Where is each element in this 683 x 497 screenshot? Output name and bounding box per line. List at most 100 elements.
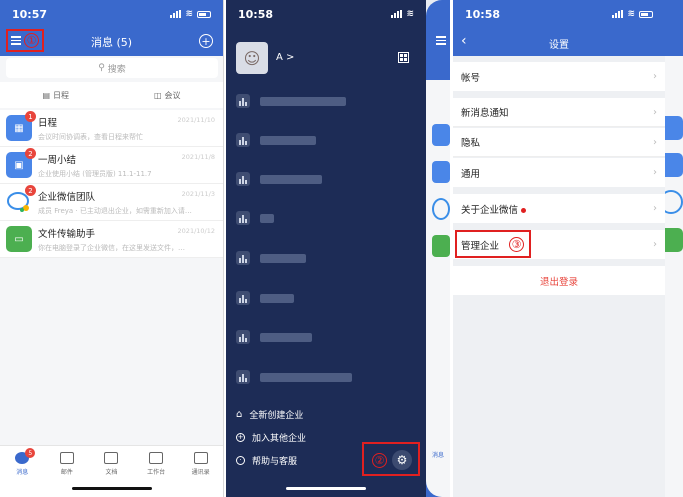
menu-join-enterprise[interactable]: + 加入其他企业 — [236, 431, 306, 444]
enterprise-item[interactable] — [236, 249, 416, 267]
list-item[interactable]: ▦ 1 日程 会议时间协调表，查看日程来帮忙 2021/11/10 — [0, 110, 223, 147]
list-item[interactable]: ▣ 2 一周小结 企业使用小结 (管理员版) 11.1-11.7 2021/11/8 — [0, 147, 223, 184]
blurred-enterprise-name — [260, 253, 306, 263]
step-marker-3: ③ — [509, 237, 524, 252]
building-icon — [236, 94, 250, 108]
bottom-tab-bar: 5 消息 邮件 文档 工作台 通讯录 — [0, 445, 223, 497]
hamburger-menu-icon — [436, 36, 446, 45]
tab-contacts[interactable]: 通讯录 — [178, 446, 223, 497]
wifi-icon: ≋ — [406, 9, 414, 19]
enterprise-item[interactable] — [236, 289, 416, 307]
calendar-app-icon — [432, 124, 450, 146]
settings-row-about[interactable]: 关于企业微信 › — [453, 194, 665, 223]
blurred-enterprise-name — [260, 174, 322, 184]
enterprise-item[interactable] — [236, 92, 416, 110]
blurred-enterprise-name — [260, 213, 274, 223]
step-marker-1: ① — [24, 33, 39, 48]
avatar[interactable]: ☺ — [236, 42, 268, 74]
calendar-app-icon: ▦ 1 — [6, 111, 36, 141]
status-bar: 10:58 ≋ — [453, 0, 665, 28]
manage-highlight-box: ③ — [455, 230, 531, 258]
message-list: ▦ 1 日程 会议时间协调表，查看日程来帮忙 2021/11/10 ▣ 2 一周小结企… — [0, 110, 223, 258]
file-transfer-icon — [432, 235, 450, 257]
building-icon — [236, 330, 250, 344]
enterprise-item[interactable] — [236, 209, 416, 227]
list-item[interactable]: ▭ 文件传输助手 你在电脑登录了企业微信，在这里发送文件，… 2021/10/12 — [0, 221, 223, 258]
battery-icon — [639, 10, 653, 18]
settings-row-general[interactable]: 通用 › — [453, 158, 665, 187]
building-icon — [236, 172, 250, 186]
add-icon[interactable]: + — [199, 34, 213, 48]
page-title: 设置 — [549, 40, 569, 51]
menu-highlight-box: ① — [6, 29, 44, 52]
settings-row-notifications[interactable]: 新消息通知 › — [453, 98, 665, 127]
screen-drawer: 消息 10:58 ≋ ☺ A > ⌂ 全新创建企业 + 加入其他企业 · 帮助与客服 … — [226, 0, 450, 497]
logout-button[interactable]: 退出登录 — [453, 266, 665, 295]
screen-settings: 10:58 ≋ ‹ 设置 帐号 › 新消息通知 › 隐私 › 通用 › 关于企业微信 › … — [453, 0, 683, 497]
user-name[interactable]: A > — [276, 52, 294, 63]
settings-row-account[interactable]: 帐号 › — [453, 62, 665, 91]
chevron-right-icon: › — [653, 203, 657, 214]
building-icon — [236, 291, 250, 305]
menu-help[interactable]: · 帮助与客服 — [236, 454, 297, 467]
status-time: 10:58 — [465, 7, 501, 21]
chevron-right-icon: › — [653, 106, 657, 118]
grid-icon — [149, 452, 164, 464]
enterprise-item[interactable] — [236, 368, 416, 386]
blurred-enterprise-name — [260, 135, 316, 145]
list-item[interactable]: 2 企业微信团队 成员 Freya · 已主动退出企业，如需重新加入请… 2021… — [0, 184, 223, 221]
signal-icon — [170, 10, 182, 18]
building-icon — [236, 370, 250, 384]
tab-schedule[interactable]: ▤ 日程 — [0, 82, 112, 108]
wifi-icon: ≋ — [627, 9, 635, 19]
clipboard-icon: ▣ 2 — [6, 148, 36, 178]
tab-meeting[interactable]: ◫ 会议 — [112, 82, 224, 108]
settings-gear-icon[interactable]: ⚙ — [392, 450, 412, 470]
red-dot-badge — [521, 207, 527, 213]
home-indicator — [71, 487, 152, 490]
building-icon — [236, 133, 250, 147]
screen-messages: 10:57 ≋ ① 消息 (5) + ⚲ 搜索 ▤ 日程 ◫ 会议 ▦ 1 日程 会议时… — [0, 0, 224, 497]
underlying-page-body — [659, 0, 683, 497]
search-input[interactable]: ⚲ 搜索 — [6, 58, 218, 78]
tab-messages[interactable]: 5 消息 — [0, 446, 45, 497]
menu-create-enterprise[interactable]: ⌂ 全新创建企业 — [236, 408, 303, 421]
enterprise-item[interactable] — [236, 131, 416, 149]
step-marker-2: ② — [372, 453, 387, 468]
underlying-page-body: 消息 — [426, 80, 450, 497]
file-transfer-icon: ▭ — [6, 226, 32, 252]
qr-code-icon[interactable] — [398, 52, 409, 63]
calendar-icon: ▤ — [42, 90, 51, 100]
blurred-enterprise-name — [260, 96, 346, 106]
status-bar: 10:58 ≋ — [226, 0, 426, 28]
settings-row-privacy[interactable]: 隐私 › — [453, 128, 665, 157]
enterprise-item[interactable] — [236, 328, 416, 346]
status-time: 10:58 — [238, 7, 274, 21]
doc-icon — [104, 452, 119, 464]
signal-icon — [612, 10, 624, 18]
chat-bubble-icon — [432, 198, 450, 220]
chevron-right-icon: › — [653, 71, 657, 82]
search-placeholder: 搜索 — [107, 64, 126, 75]
building-icon — [236, 251, 250, 265]
wifi-icon: ≋ — [185, 9, 193, 19]
battery-icon — [197, 10, 211, 18]
status-bar: 10:57 ≋ — [0, 0, 223, 28]
chevron-right-icon: › — [653, 239, 657, 250]
side-drawer: 10:58 ≋ ☺ A > ⌂ 全新创建企业 + 加入其他企业 · 帮助与客服 ② ⚙ — [226, 0, 426, 497]
video-icon: ◫ — [153, 90, 162, 100]
clipboard-icon — [432, 161, 450, 183]
enterprise-item[interactable] — [236, 170, 416, 188]
nav-bar: ① 消息 (5) + — [0, 28, 223, 56]
building-icon — [236, 211, 250, 225]
tab-messages-label: 消息 — [432, 452, 445, 459]
hamburger-menu-icon[interactable] — [11, 36, 21, 45]
status-time: 10:57 — [12, 7, 48, 21]
quick-tabs: ▤ 日程 ◫ 会议 — [0, 82, 223, 108]
plus-circle-icon: + — [236, 433, 245, 442]
chat-icon: · — [236, 456, 245, 465]
blurred-enterprise-name — [260, 293, 294, 303]
mail-icon — [59, 452, 74, 464]
settings-sheet: 10:58 ≋ ‹ 设置 帐号 › 新消息通知 › 隐私 › 通用 › 关于企业微信 › … — [453, 0, 665, 497]
blurred-enterprise-name — [260, 332, 312, 342]
